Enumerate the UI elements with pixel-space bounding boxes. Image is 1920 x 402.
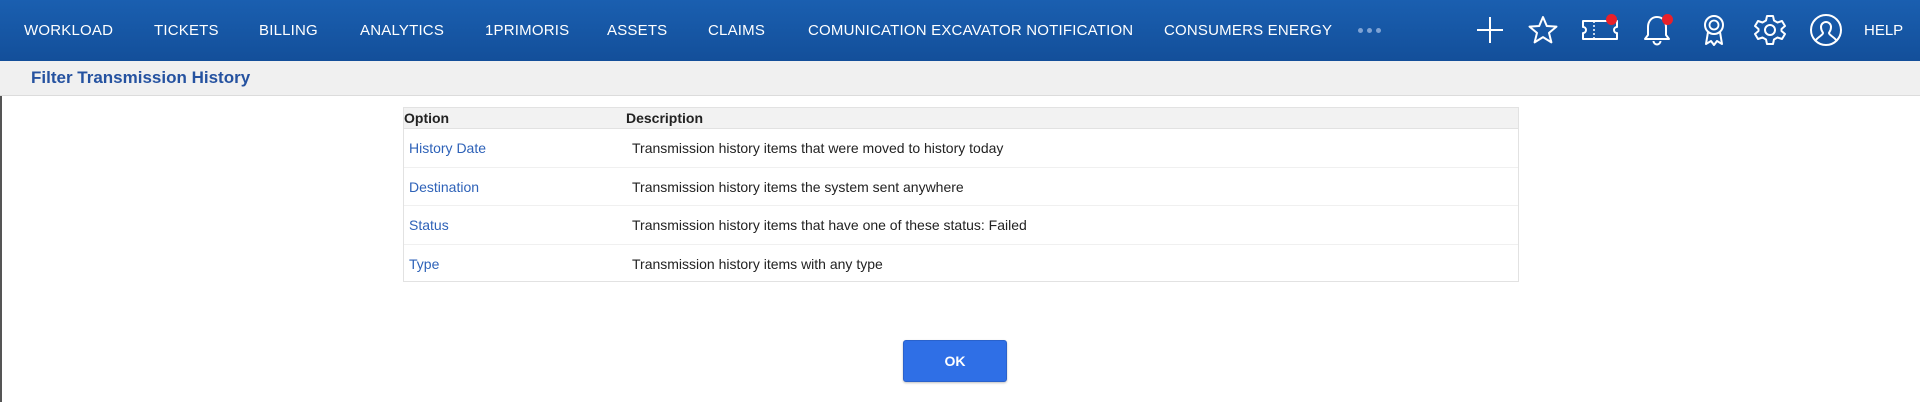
- column-header-option: Option: [404, 110, 450, 126]
- option-link-type[interactable]: Type: [409, 256, 439, 272]
- nav-1primoris[interactable]: 1PRIMORIS: [485, 0, 569, 61]
- option-description: Transmission history items that were mov…: [632, 140, 1004, 156]
- option-link-destination[interactable]: Destination: [409, 179, 479, 195]
- star-icon[interactable]: [1521, 8, 1565, 52]
- ticket-icon[interactable]: [1578, 8, 1622, 52]
- bell-badge: [1662, 14, 1673, 25]
- ticket-badge: [1606, 14, 1617, 25]
- award-icon[interactable]: [1692, 8, 1736, 52]
- ok-button[interactable]: OK: [903, 340, 1007, 382]
- window-left-edge: [0, 61, 2, 402]
- table-row: History Date Transmission history items …: [404, 129, 1518, 168]
- table-header: Option Description: [404, 108, 1518, 129]
- help-link[interactable]: HELP: [1864, 0, 1903, 61]
- nav-consumers-energy[interactable]: CONSUMERS ENERGY: [1164, 0, 1332, 61]
- nav-claims[interactable]: CLAIMS: [708, 0, 765, 61]
- plus-icon[interactable]: [1468, 8, 1512, 52]
- more-dots-icon[interactable]: [1358, 0, 1381, 61]
- option-description: Transmission history items that have one…: [632, 217, 1027, 233]
- table-row: Destination Transmission history items t…: [404, 168, 1518, 206]
- user-icon[interactable]: [1804, 8, 1848, 52]
- option-description: Transmission history items the system se…: [632, 178, 964, 195]
- option-link-history-date[interactable]: History Date: [409, 140, 486, 156]
- option-link-status[interactable]: Status: [409, 217, 449, 233]
- gear-icon[interactable]: [1748, 8, 1792, 52]
- table-row: Type Transmission history items with any…: [404, 245, 1518, 284]
- nav-assets[interactable]: ASSETS: [607, 0, 667, 61]
- nav-analytics[interactable]: ANALYTICS: [360, 0, 444, 61]
- bell-icon[interactable]: [1635, 8, 1679, 52]
- top-nav-bar: WORKLOAD TICKETS BILLING ANALYTICS 1PRIM…: [0, 0, 1920, 61]
- option-description: Transmission history items with any type: [632, 255, 883, 272]
- page-title: Filter Transmission History: [31, 68, 251, 87]
- nav-tickets[interactable]: TICKETS: [154, 0, 219, 61]
- filter-options-table: Option Description History Date Transmis…: [403, 107, 1519, 282]
- nav-workload[interactable]: WORKLOAD: [24, 0, 113, 61]
- page-title-bar: Filter Transmission History: [0, 61, 1920, 96]
- table-row: Status Transmission history items that h…: [404, 206, 1518, 245]
- nav-billing[interactable]: BILLING: [259, 0, 318, 61]
- nav-comunication-excavator-notification[interactable]: COMUNICATION EXCAVATOR NOTIFICATION: [808, 0, 1133, 61]
- column-header-description: Description: [626, 110, 704, 126]
